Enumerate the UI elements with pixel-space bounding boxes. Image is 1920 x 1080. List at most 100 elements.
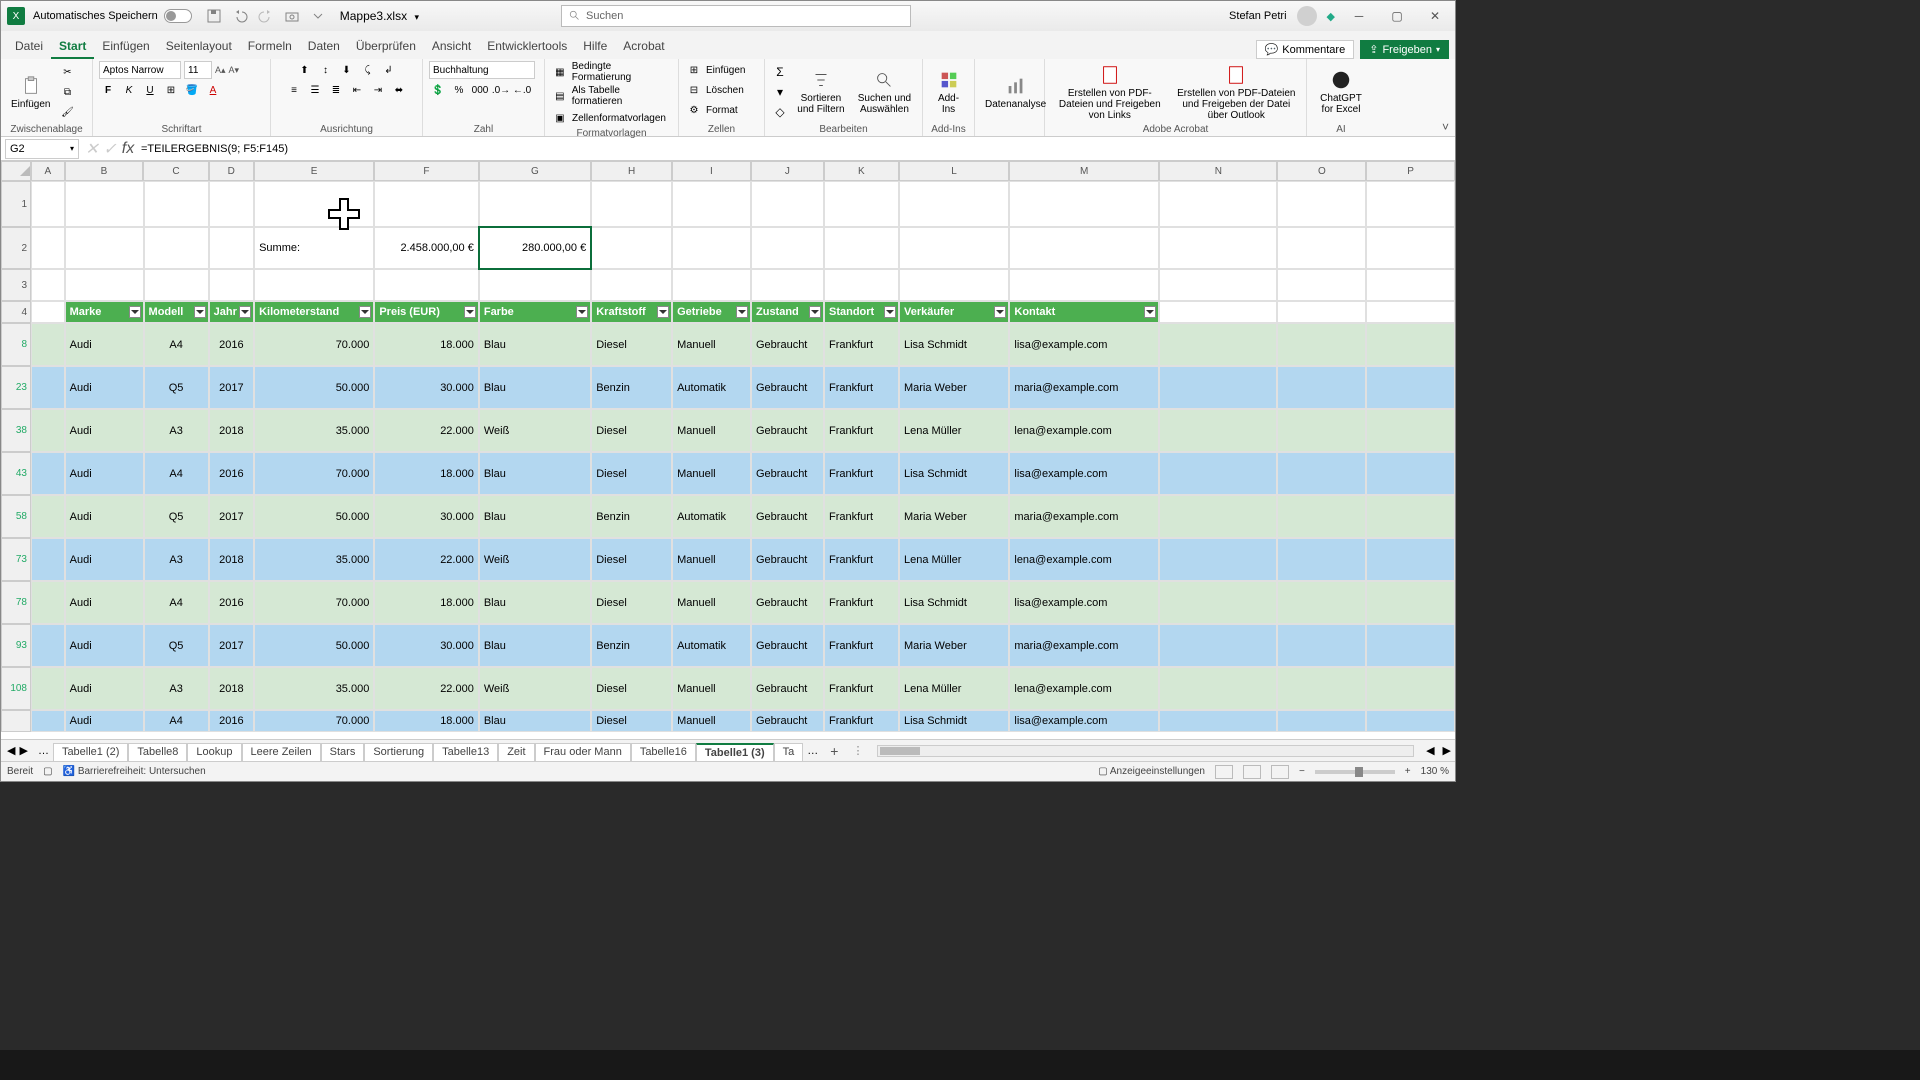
column-header-I[interactable]: I bbox=[672, 161, 751, 181]
filter-icon[interactable] bbox=[359, 306, 371, 318]
table-cell[interactable] bbox=[1366, 538, 1455, 581]
cell[interactable] bbox=[1009, 181, 1159, 227]
sheet-nav-prev-icon[interactable]: ◀ bbox=[7, 744, 15, 757]
column-header-J[interactable]: J bbox=[751, 161, 824, 181]
cell[interactable] bbox=[1009, 227, 1159, 269]
table-cell[interactable] bbox=[1366, 667, 1455, 710]
sheet-tab[interactable]: Tabelle16 bbox=[631, 743, 696, 761]
table-cell[interactable]: 18.000 bbox=[374, 581, 479, 624]
sheet-tab[interactable]: Stars bbox=[321, 743, 365, 761]
undo-icon[interactable] bbox=[232, 8, 248, 24]
sheet-tab[interactable]: Tabelle13 bbox=[433, 743, 498, 761]
table-cell[interactable]: lena@example.com bbox=[1009, 409, 1159, 452]
table-cell[interactable]: 22.000 bbox=[374, 538, 479, 581]
fill-icon[interactable]: ▾ bbox=[771, 83, 789, 101]
zoom-out-button[interactable]: − bbox=[1299, 766, 1305, 777]
table-cell[interactable] bbox=[1159, 710, 1277, 732]
cell[interactable] bbox=[672, 227, 751, 269]
sort-filter-button[interactable]: Sortieren und Filtern bbox=[793, 67, 849, 117]
format-cells-button[interactable]: ⚙Format bbox=[685, 101, 738, 119]
qat-dropdown-icon[interactable] bbox=[310, 8, 326, 24]
table-cell[interactable]: Blau bbox=[479, 624, 591, 667]
table-cell[interactable]: Manuell bbox=[672, 452, 751, 495]
user-name-label[interactable]: Stefan Petri bbox=[1229, 10, 1286, 22]
cell[interactable] bbox=[824, 227, 899, 269]
user-avatar[interactable] bbox=[1297, 6, 1317, 26]
zoom-level-label[interactable]: 130 % bbox=[1421, 766, 1449, 777]
horizontal-scrollbar[interactable] bbox=[877, 745, 1414, 757]
table-cell[interactable]: 2016 bbox=[209, 581, 254, 624]
table-cell[interactable] bbox=[1277, 366, 1366, 409]
table-header-cell[interactable]: Kraftstoff bbox=[591, 301, 672, 323]
table-cell[interactable]: 2018 bbox=[209, 667, 254, 710]
table-header-cell[interactable]: Kilometerstand bbox=[254, 301, 374, 323]
sheet-tab[interactable]: Ta bbox=[774, 743, 804, 761]
cell[interactable] bbox=[144, 181, 209, 227]
table-cell[interactable] bbox=[1159, 452, 1277, 495]
table-cell[interactable]: A4 bbox=[144, 581, 209, 624]
table-cell[interactable]: Benzin bbox=[591, 495, 672, 538]
zoom-in-button[interactable]: + bbox=[1405, 766, 1411, 777]
clear-icon[interactable]: ◇ bbox=[771, 103, 789, 121]
normal-view-icon[interactable] bbox=[1215, 765, 1233, 779]
table-cell[interactable]: Audi bbox=[65, 366, 144, 409]
table-cell[interactable] bbox=[1277, 452, 1366, 495]
table-cell[interactable]: Lena Müller bbox=[899, 667, 1009, 710]
filter-icon[interactable] bbox=[194, 306, 206, 318]
column-header-D[interactable]: D bbox=[209, 161, 254, 181]
table-cell[interactable] bbox=[1366, 624, 1455, 667]
table-cell[interactable]: Benzin bbox=[591, 624, 672, 667]
cell[interactable] bbox=[1159, 181, 1277, 227]
filename-label[interactable]: Mappe3.xlsx ▾ bbox=[340, 9, 419, 23]
filter-icon[interactable] bbox=[657, 306, 669, 318]
cell[interactable] bbox=[479, 269, 591, 301]
table-cell[interactable]: Weiß bbox=[479, 409, 591, 452]
toggle-switch-icon[interactable] bbox=[164, 9, 192, 23]
cell[interactable] bbox=[1277, 301, 1366, 323]
table-cell[interactable] bbox=[31, 452, 65, 495]
table-cell[interactable]: Benzin bbox=[591, 366, 672, 409]
find-select-button[interactable]: Suchen und Auswählen bbox=[853, 67, 916, 117]
cell[interactable] bbox=[144, 227, 209, 269]
table-cell[interactable]: 2016 bbox=[209, 452, 254, 495]
table-cell[interactable]: Audi bbox=[65, 710, 144, 732]
table-cell[interactable] bbox=[31, 366, 65, 409]
align-center-icon[interactable]: ☰ bbox=[306, 81, 324, 99]
camera-icon[interactable] bbox=[284, 8, 300, 24]
row-header[interactable]: 38 bbox=[1, 409, 31, 452]
cell[interactable] bbox=[1159, 301, 1277, 323]
cell[interactable] bbox=[1159, 269, 1277, 301]
cell[interactable] bbox=[31, 301, 65, 323]
cells-grid[interactable]: Summe:2.458.000,00 €280.000,00 €MarkeMod… bbox=[31, 181, 1455, 732]
row-header[interactable]: 93 bbox=[1, 624, 31, 667]
table-cell[interactable] bbox=[31, 581, 65, 624]
table-cell[interactable] bbox=[1159, 667, 1277, 710]
table-cell[interactable]: Lisa Schmidt bbox=[899, 581, 1009, 624]
collapse-ribbon-icon[interactable]: ˅ bbox=[1442, 120, 1449, 134]
ribbon-tab-formeln[interactable]: Formeln bbox=[240, 35, 300, 59]
table-cell[interactable]: maria@example.com bbox=[1009, 366, 1159, 409]
table-cell[interactable]: Frankfurt bbox=[824, 409, 899, 452]
table-cell[interactable]: 30.000 bbox=[374, 366, 479, 409]
table-cell[interactable]: Manuell bbox=[672, 323, 751, 366]
ribbon-tab-ansicht[interactable]: Ansicht bbox=[424, 35, 479, 59]
table-cell[interactable]: Manuell bbox=[672, 409, 751, 452]
cell[interactable] bbox=[591, 181, 672, 227]
row-header[interactable]: 3 bbox=[1, 269, 31, 301]
page-break-view-icon[interactable] bbox=[1271, 765, 1289, 779]
column-header-A[interactable]: A bbox=[31, 161, 65, 181]
table-cell[interactable]: Audi bbox=[65, 624, 144, 667]
comments-button[interactable]: 💬Kommentare bbox=[1256, 40, 1355, 59]
filter-icon[interactable] bbox=[1144, 306, 1156, 318]
table-cell[interactable]: lisa@example.com bbox=[1009, 452, 1159, 495]
sheet-tab[interactable]: Zeit bbox=[498, 743, 534, 761]
font-name-select[interactable] bbox=[99, 61, 181, 79]
table-cell[interactable]: 50.000 bbox=[254, 366, 374, 409]
table-cell[interactable] bbox=[1366, 710, 1455, 732]
table-cell[interactable]: Gebraucht bbox=[751, 581, 824, 624]
table-cell[interactable]: Weiß bbox=[479, 667, 591, 710]
cell[interactable] bbox=[254, 181, 374, 227]
addins-button[interactable]: Add-Ins bbox=[929, 67, 968, 117]
table-cell[interactable] bbox=[31, 710, 65, 732]
cell[interactable] bbox=[209, 227, 254, 269]
